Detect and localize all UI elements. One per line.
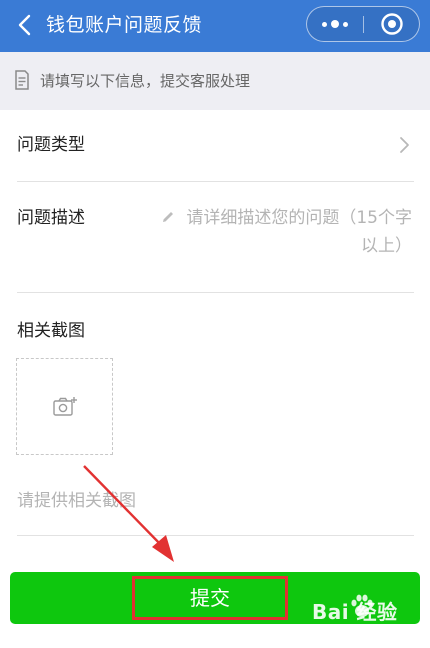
more-dot-right bbox=[343, 21, 348, 27]
more-dots-icon bbox=[322, 21, 327, 27]
divider bbox=[17, 292, 414, 293]
more-dot-center bbox=[331, 20, 339, 28]
page-title: 钱包账户问题反馈 bbox=[46, 14, 203, 36]
divider bbox=[17, 535, 414, 536]
screenshot-label: 相关截图 bbox=[17, 321, 85, 341]
watermark-url: jingyan.baidu.com bbox=[314, 624, 412, 635]
more-button[interactable] bbox=[307, 7, 363, 41]
submit-label: 提交 bbox=[190, 586, 230, 610]
pencil-icon bbox=[163, 212, 173, 222]
divider bbox=[17, 181, 414, 182]
problem-desc-label: 问题描述 bbox=[17, 208, 85, 228]
notice-text: 请填写以下信息，提交客服处理 bbox=[40, 72, 251, 90]
chevron-left-icon bbox=[18, 14, 31, 36]
document-icon bbox=[15, 70, 29, 90]
back-button[interactable] bbox=[10, 10, 40, 40]
nav-header: 钱包账户问题反馈 bbox=[0, 0, 430, 52]
problem-type-label: 问题类型 bbox=[17, 135, 85, 155]
upload-image-button[interactable] bbox=[16, 358, 113, 455]
menu-capsule bbox=[306, 6, 420, 42]
chevron-right-icon bbox=[400, 137, 409, 153]
target-circle-icon bbox=[381, 13, 403, 35]
watermark-brand: Bai 经验 bbox=[312, 600, 398, 624]
problem-desc-input[interactable]: 请详细描述您的问题（15个字以上） bbox=[180, 204, 412, 260]
close-miniprogram-button[interactable] bbox=[364, 7, 420, 41]
camera-add-icon bbox=[53, 397, 77, 416]
screenshot-desc-input[interactable]: 请提供相关截图 bbox=[17, 488, 136, 514]
notice-bar: 请填写以下信息，提交客服处理 bbox=[0, 52, 430, 110]
